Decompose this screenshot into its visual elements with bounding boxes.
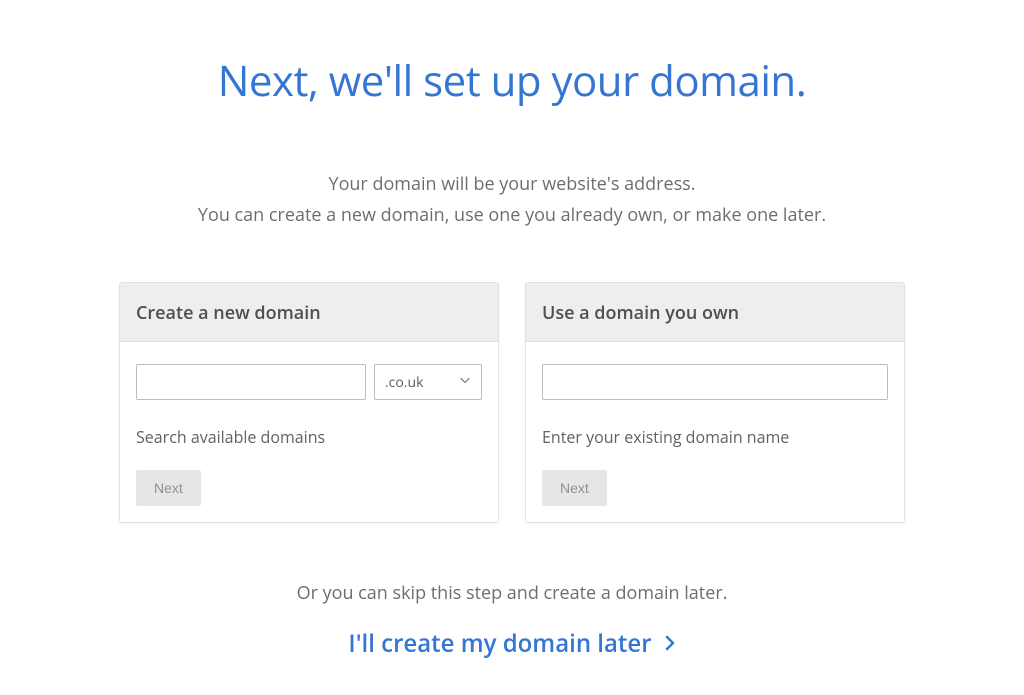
subtitle-line-1: Your domain will be your website's addre… (0, 169, 1024, 200)
create-domain-next-button[interactable]: Next (136, 470, 201, 506)
tld-selected-value: .co.uk (385, 373, 423, 392)
skip-text: Or you can skip this step and create a d… (0, 581, 1024, 605)
cards-row: Create a new domain .co.uk Search availa… (0, 282, 1024, 523)
own-domain-body: Enter your existing domain name Next (526, 342, 904, 522)
new-domain-input[interactable] (136, 364, 366, 400)
own-domain-input-row (542, 364, 888, 400)
create-domain-body: .co.uk Search available domains Next (120, 342, 498, 522)
own-domain-title: Use a domain you own (542, 301, 888, 325)
page-subtitle: Your domain will be your website's addre… (0, 169, 1024, 230)
create-domain-input-row: .co.uk (136, 364, 482, 400)
page-title: Next, we'll set up your domain. (0, 52, 1024, 109)
tld-select[interactable]: .co.uk (374, 364, 482, 400)
own-domain-header: Use a domain you own (526, 283, 904, 342)
create-domain-header: Create a new domain (120, 283, 498, 342)
chevron-right-icon (664, 627, 676, 660)
create-domain-helper: Search available domains (136, 426, 482, 448)
own-domain-card: Use a domain you own Enter your existing… (525, 282, 905, 523)
create-later-link[interactable]: I'll create my domain later (348, 627, 675, 660)
own-domain-next-button[interactable]: Next (542, 470, 607, 506)
create-later-label: I'll create my domain later (348, 627, 651, 660)
skip-section: Or you can skip this step and create a d… (0, 581, 1024, 660)
create-domain-card: Create a new domain .co.uk Search availa… (119, 282, 499, 523)
own-domain-helper: Enter your existing domain name (542, 426, 888, 448)
create-domain-title: Create a new domain (136, 301, 482, 325)
subtitle-line-2: You can create a new domain, use one you… (0, 200, 1024, 231)
chevron-down-icon (459, 373, 471, 392)
existing-domain-input[interactable] (542, 364, 888, 400)
